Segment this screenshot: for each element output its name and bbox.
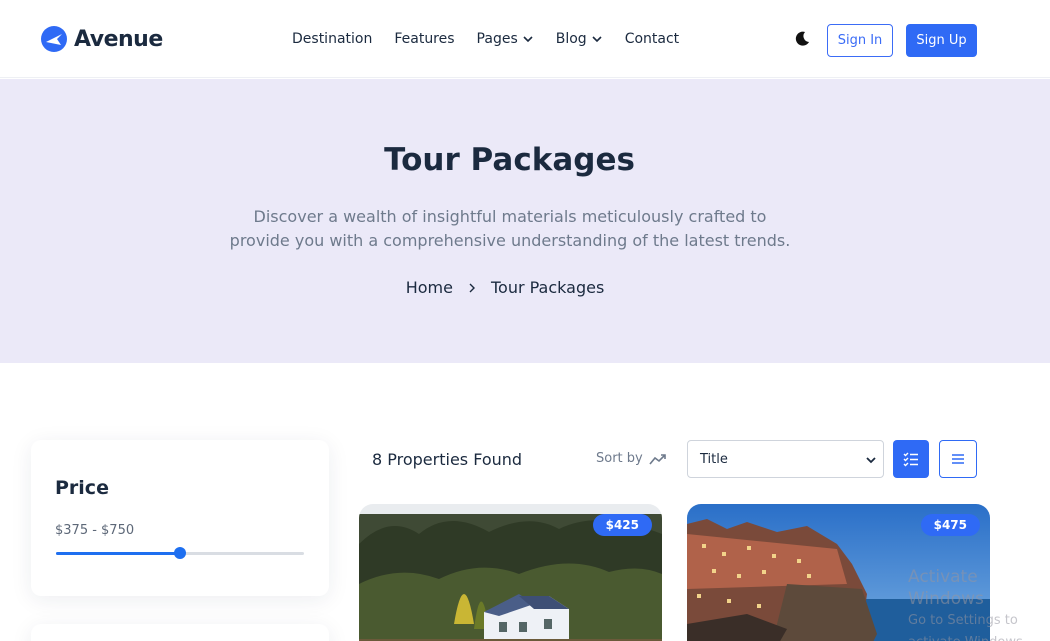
nav-blog[interactable]: Blog: [556, 31, 603, 47]
price-badge: $425: [592, 514, 652, 536]
logo-text: Avenue: [74, 26, 163, 52]
chevron-right-icon: [469, 283, 475, 292]
price-badge: $475: [920, 514, 980, 536]
sort-select-value: Title: [700, 451, 728, 467]
sort-by: Sort by: [596, 451, 667, 466]
nav-label: Features: [394, 31, 455, 47]
grid-view-button[interactable]: [893, 440, 929, 478]
price-filter-card: Price $375 - $750: [31, 440, 329, 596]
nav-label: Blog: [555, 31, 587, 47]
nav-features[interactable]: Features: [394, 31, 454, 47]
nav-contact[interactable]: Contact: [625, 31, 679, 47]
price-slider[interactable]: [56, 547, 304, 559]
chevron-down-icon: [866, 457, 876, 464]
results-count: 8 Properties Found: [372, 450, 523, 469]
moon-icon[interactable]: [793, 30, 811, 48]
menu-lines-icon: [952, 454, 964, 464]
breadcrumb-current: Tour Packages: [490, 278, 605, 297]
logo-icon: [41, 26, 67, 52]
trending-up-icon: [649, 453, 666, 465]
price-range-label: $375 - $750: [55, 523, 135, 538]
chevron-down-icon: [523, 36, 533, 43]
checklist-icon: [903, 452, 918, 467]
price-slider-handle[interactable]: [174, 547, 186, 559]
hero-banner: Tour Packages Discover a wealth of insig…: [0, 79, 1050, 363]
price-slider-fill: [56, 552, 180, 555]
filter-card: [31, 624, 329, 641]
tour-card[interactable]: $425: [359, 504, 662, 641]
nav-destination[interactable]: Destination: [292, 31, 372, 47]
logo[interactable]: Avenue: [40, 25, 163, 53]
nav-label: Destination: [292, 31, 373, 47]
nav-pages[interactable]: Pages: [477, 31, 534, 47]
chevron-down-icon: [592, 36, 602, 43]
watermark-line-1: Activate Windows: [908, 567, 984, 609]
list-view-button[interactable]: [939, 440, 977, 478]
breadcrumb-home[interactable]: Home: [406, 278, 453, 297]
sign-in-button[interactable]: Sign In: [827, 24, 893, 57]
nav-label: Pages: [476, 31, 518, 47]
sort-label: Sort by: [596, 451, 643, 466]
site-header: Avenue Destination Features Pages Blog C…: [0, 0, 1050, 78]
price-filter-title: Price: [55, 477, 109, 499]
watermark-line-2: Go to Settings to activate Windows.: [908, 613, 1027, 641]
sign-up-button[interactable]: Sign Up: [906, 24, 977, 57]
main-nav: Destination Features Pages Blog Contact: [292, 31, 701, 47]
page-title: Tour Packages: [384, 142, 635, 178]
breadcrumb: Home Tour Packages: [0, 278, 1010, 297]
sort-select[interactable]: Title: [687, 440, 884, 478]
hero-description: Discover a wealth of insightful material…: [229, 207, 791, 250]
nav-label: Contact: [624, 31, 680, 47]
os-activation-watermark: Activate Windows Go to Settings to activ…: [908, 566, 1050, 641]
